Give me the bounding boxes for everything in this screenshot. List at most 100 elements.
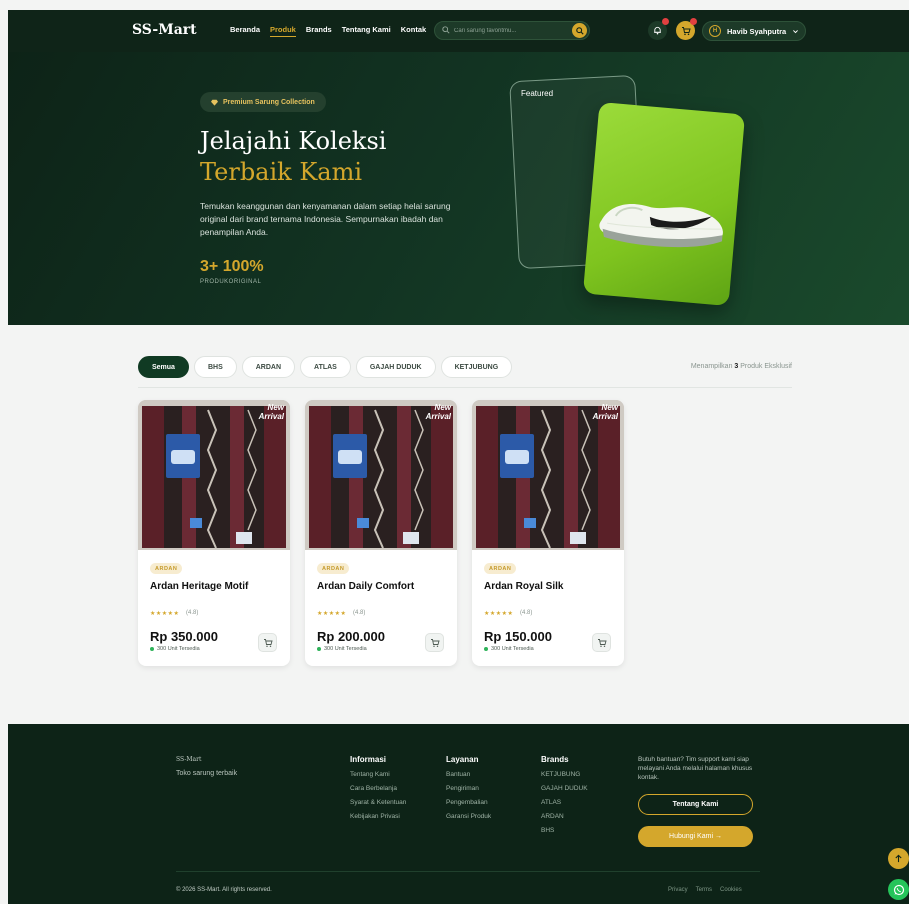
cart-icon — [430, 638, 440, 647]
sarung-photo — [305, 400, 457, 550]
footer-link[interactable]: Pengembalian — [446, 799, 491, 806]
product-price: Rp 150.000 — [484, 629, 552, 644]
footer-link[interactable]: ARDAN — [541, 813, 588, 820]
stock-dot — [317, 647, 321, 651]
filter-chip-ketjubung[interactable]: KETJUBUNG — [440, 356, 513, 378]
footer-link[interactable]: Syarat & Ketentuan — [350, 799, 406, 806]
footer-brand: SS-Mart — [176, 756, 202, 763]
cart-icon — [597, 638, 607, 647]
footer-col-informasi: Informasi Tentang Kami Cara Berbelanja S… — [350, 755, 406, 827]
copyright: © 2026 SS-Mart. All rights reserved. — [176, 887, 272, 893]
bell-icon — [654, 26, 661, 35]
stock-status: 300 Unit Tersedia — [317, 646, 367, 652]
hero-stat-value: 3+ 100% — [200, 258, 264, 275]
result-count-suffix: Produk Eksklusif — [738, 363, 792, 370]
contact-us-button[interactable]: Hubungi Kami → — [638, 826, 753, 847]
nav-link-kontak[interactable]: Kontak — [401, 25, 426, 37]
footer-link[interactable]: Tentang Kami — [350, 771, 406, 778]
rating-stars: ★★★★★ — [484, 611, 514, 617]
footer-col-layanan: Layanan Bantuan Pengiriman Pengembalian … — [446, 755, 491, 827]
hero-pill: Premium Sarung Collection — [200, 92, 326, 112]
cart-button[interactable] — [676, 18, 697, 40]
footer-heading: Brands — [541, 755, 569, 764]
footer-link[interactable]: Bantuan — [446, 771, 491, 778]
new-arrival-badge: New Arrival — [592, 403, 618, 421]
user-name: Havib Syahputra — [727, 26, 787, 36]
avatar: H — [709, 25, 721, 37]
product-image: New Arrival — [138, 400, 290, 550]
about-us-button[interactable]: Tentang Kami — [638, 794, 753, 815]
cookies-link[interactable]: Cookies — [720, 887, 742, 893]
footer-link[interactable]: BHS — [541, 827, 588, 834]
nav-link-tentang-kami[interactable]: Tentang Kami — [342, 25, 391, 37]
cart-icon — [263, 638, 273, 647]
hero-title-line2: Terbaik Kami — [200, 158, 363, 186]
product-brand-tag: ARDAN — [484, 563, 517, 574]
privacy-link[interactable]: Privacy — [668, 887, 688, 893]
nav-link-beranda[interactable]: Beranda — [230, 25, 260, 37]
whatsapp-icon — [893, 884, 904, 895]
result-count: Menampilkan 3 Produk Eksklusif — [670, 363, 792, 370]
filter-chip-bhs[interactable]: BHS — [193, 356, 237, 378]
footer-col-brands: Brands KETJUBUNG GAJAH DUDUK ATLAS ARDAN… — [541, 755, 588, 841]
product-name[interactable]: Ardan Heritage Motif — [150, 581, 248, 592]
footer-heading: Informasi — [350, 755, 387, 764]
terms-link[interactable]: Terms — [696, 887, 712, 893]
footer-link[interactable]: Kebijakan Privasi — [350, 813, 406, 820]
footer-link[interactable]: ATLAS — [541, 799, 588, 806]
rating-value: (4.8) — [520, 610, 533, 616]
add-to-cart-button[interactable] — [592, 633, 611, 652]
new-arrival-badge: New Arrival — [425, 403, 451, 421]
hero-pill-label: Premium Sarung Collection — [223, 98, 315, 106]
footer-link[interactable]: Cara Berbelanja — [350, 785, 406, 792]
nav-link-brands[interactable]: Brands — [306, 25, 332, 37]
cart-badge — [690, 18, 697, 25]
hero-description: Temukan keanggunan dan kenyamanan dalam … — [200, 201, 451, 237]
stock-status: 300 Unit Tersedia — [484, 646, 534, 652]
product-name[interactable]: Ardan Daily Comfort — [317, 581, 414, 592]
whatsapp-button[interactable] — [888, 879, 909, 900]
footer-legal-links: Privacy Terms Cookies — [668, 887, 742, 893]
footer-link[interactable]: Garansi Produk — [446, 813, 491, 820]
product-price: Rp 200.000 — [317, 629, 385, 644]
footer-link[interactable]: GAJAH DUDUK — [541, 785, 588, 792]
brand-logo[interactable]: SS-Mart — [132, 22, 197, 38]
stock-label: 300 Unit Tersedia — [324, 646, 367, 652]
footer-tagline: Toko sarung terbaik — [176, 770, 238, 777]
footer-link[interactable]: KETJUBUNG — [541, 771, 588, 778]
product-name[interactable]: Ardan Royal Silk — [484, 581, 563, 592]
product-card[interactable]: New Arrival ARDAN Ardan Heritage Motif ★… — [138, 400, 290, 666]
notification-button[interactable] — [648, 18, 669, 40]
footer-heading: Layanan — [446, 755, 479, 764]
search-icon — [575, 26, 584, 35]
featured-product-card[interactable] — [582, 102, 746, 306]
rating-stars: ★★★★★ — [317, 611, 347, 617]
stock-label: 300 Unit Tersedia — [157, 646, 200, 652]
user-menu[interactable]: H Havib Syahputra — [702, 21, 806, 41]
filter-chip-gajah-duduk[interactable]: GAJAH DUDUK — [355, 356, 436, 378]
product-image: New Arrival — [472, 400, 624, 550]
footer-link[interactable]: Pengiriman — [446, 785, 491, 792]
nav-link-produk[interactable]: Produk — [270, 25, 296, 37]
scroll-to-top-button[interactable] — [888, 848, 909, 869]
filter-chip-ardan[interactable]: ARDAN — [241, 356, 296, 378]
rating-value: (4.8) — [186, 610, 199, 616]
product-brand-tag: ARDAN — [150, 563, 183, 574]
hero-banner: Premium Sarung Collection Jelajahi Kolek… — [8, 52, 909, 325]
product-card[interactable]: New Arrival ARDAN Ardan Daily Comfort ★★… — [305, 400, 457, 666]
featured-label: Featured — [521, 89, 554, 98]
stock-label: 300 Unit Tersedia — [491, 646, 534, 652]
add-to-cart-button[interactable] — [258, 633, 277, 652]
add-to-cart-button[interactable] — [425, 633, 444, 652]
new-arrival-badge: New Arrival — [258, 403, 284, 421]
search-button[interactable] — [572, 23, 587, 38]
notification-badge — [662, 18, 669, 25]
filter-chip-semua[interactable]: Semua — [138, 356, 189, 378]
product-card[interactable]: New Arrival ARDAN Ardan Royal Silk ★★★★★… — [472, 400, 624, 666]
rating-value: (4.8) — [353, 610, 366, 616]
result-count-prefix: Menampilkan — [690, 363, 735, 370]
filter-chip-atlas[interactable]: ATLAS — [300, 356, 351, 378]
search-input[interactable] — [454, 25, 554, 37]
stock-dot — [484, 647, 488, 651]
product-brand-tag: ARDAN — [317, 563, 350, 574]
